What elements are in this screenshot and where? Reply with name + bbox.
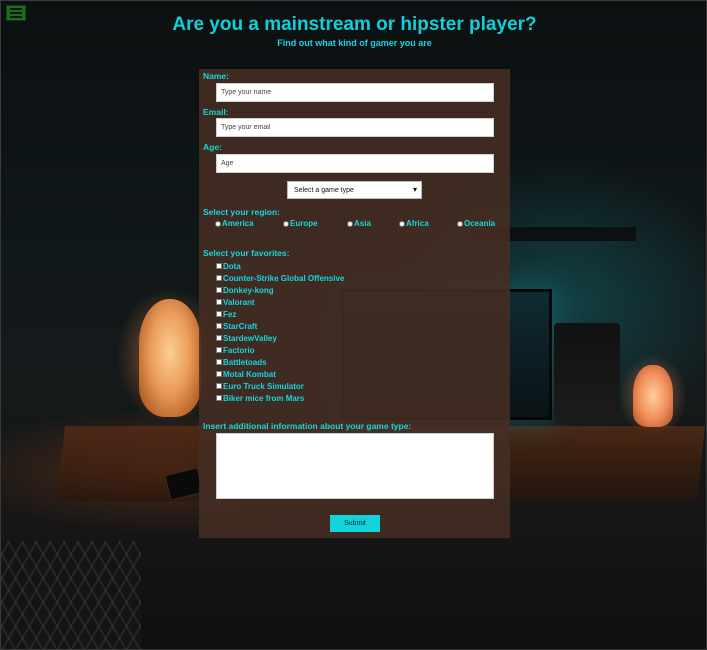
favorite-label: Dota [223,261,241,271]
favorite-item[interactable]: StardewValley [216,332,344,344]
region-radio-group: America Europe Asia Africa Oceania [215,219,510,231]
checkbox[interactable] [216,311,222,317]
checkbox[interactable] [216,359,222,365]
region-option-africa[interactable]: Africa [399,219,429,228]
favorite-label: Valorant [223,297,255,307]
background-chair [1,541,141,649]
background-lamp-left [139,299,201,417]
page-background: Are you a mainstream or hipster player? … [0,0,707,650]
favorite-label: StardewValley [223,333,277,343]
favorite-label: Factorio [223,345,255,355]
favorite-item[interactable]: Battletoads [216,356,344,368]
name-label: Name: [203,71,229,81]
region-label: Select your region: [203,207,280,217]
region-option-label: Africa [406,219,429,228]
additional-info-textarea[interactable] [216,433,494,499]
favorite-item[interactable]: Dota [216,260,344,272]
radio-button[interactable] [347,220,353,227]
submit-button[interactable]: Submit [330,515,380,532]
checkbox[interactable] [216,275,222,281]
checkbox[interactable] [216,395,222,401]
region-option-label: Oceania [464,219,496,228]
region-option-europe[interactable]: Europe [283,219,318,228]
checkbox[interactable] [216,299,222,305]
favorites-checkbox-list: Dota Counter-Strike Global Offensive Don… [216,260,344,404]
region-option-oceania[interactable]: Oceania [457,219,495,228]
checkbox[interactable] [216,347,222,353]
gamer-form: Name: Email: Age: Select a game type ▾ S… [199,69,510,538]
game-type-select[interactable]: Select a game type ▾ [287,181,422,199]
favorite-item[interactable]: Donkey-kong [216,284,344,296]
favorite-label: Biker mice from Mars [223,393,305,403]
additional-info-label: Insert additional information about your… [203,421,412,431]
region-option-america[interactable]: America [215,219,254,228]
email-label: Email: [203,107,229,117]
chevron-down-icon: ▾ [412,185,417,194]
favorite-item[interactable]: Euro Truck Simulator [216,380,344,392]
favorite-label: Fez [223,309,237,319]
favorite-item[interactable]: Motal Kombat [216,368,344,380]
page-subtitle: Find out what kind of gamer you are [277,38,432,48]
age-label: Age: [203,142,222,152]
checkbox[interactable] [216,371,222,377]
radio-button[interactable] [283,220,289,227]
favorite-label: Donkey-kong [223,285,274,295]
page-title: Are you a mainstream or hipster player? [172,14,537,35]
background-speaker [554,323,620,423]
favorite-item[interactable]: Counter-Strike Global Offensive [216,272,344,284]
favorite-label: Battletoads [223,357,267,367]
background-lamp-right [633,365,673,427]
checkbox[interactable] [216,287,222,293]
game-type-select-value: Select a game type [294,186,354,194]
favorite-item[interactable]: Biker mice from Mars [216,392,344,404]
region-option-label: Asia [354,219,371,228]
favorite-item[interactable]: Fez [216,308,344,320]
age-input[interactable] [216,154,494,173]
favorite-label: Euro Truck Simulator [223,381,304,391]
checkbox[interactable] [216,263,222,269]
checkbox[interactable] [216,383,222,389]
favorite-item[interactable]: Factorio [216,344,344,356]
favorite-label: StarCraft [223,321,258,331]
radio-button[interactable] [215,220,221,227]
region-option-label: Europe [290,219,318,228]
region-option-asia[interactable]: Asia [347,219,371,228]
checkbox[interactable] [216,323,222,329]
menu-bar [10,8,22,10]
favorites-label: Select your favorites: [203,248,290,258]
favorite-item[interactable]: StarCraft [216,320,344,332]
checkbox[interactable] [216,335,222,341]
radio-button[interactable] [457,220,463,227]
email-input[interactable] [216,118,494,137]
name-input[interactable] [216,83,494,102]
favorite-label: Counter-Strike Global Offensive [223,273,345,283]
region-option-label: America [222,219,254,228]
background-phone [164,467,204,501]
radio-button[interactable] [399,220,405,227]
favorite-item[interactable]: Valorant [216,296,344,308]
favorite-label: Motal Kombat [223,369,276,379]
